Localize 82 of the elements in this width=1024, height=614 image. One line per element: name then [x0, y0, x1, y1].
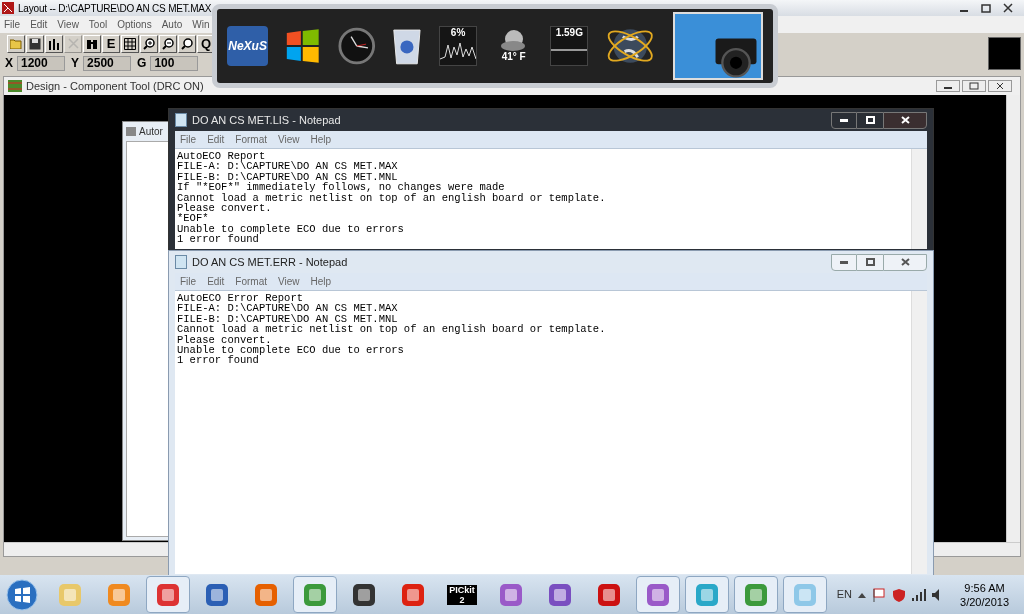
temperature-label: 41° F [501, 51, 526, 63]
zoom-in-icon [143, 37, 155, 50]
windows-flag-icon[interactable] [284, 26, 322, 66]
menu-item[interactable]: File [180, 274, 197, 289]
clock-icon[interactable] [337, 26, 376, 66]
menu-item[interactable]: Help [310, 132, 332, 147]
cross-icon [67, 38, 79, 49]
coordinate-field[interactable]: 1200 [17, 55, 65, 71]
toolbar-button[interactable] [7, 34, 25, 53]
minimize-button[interactable] [831, 111, 857, 129]
clock-time[interactable]: 9:56 AM [964, 580, 1005, 595]
minimize-button[interactable] [831, 253, 857, 271]
toolbar-button[interactable]: E [102, 34, 120, 53]
shield-icon[interactable] [892, 587, 907, 602]
signal-bars-icon[interactable] [912, 588, 927, 601]
menu-item[interactable]: Edit [207, 274, 225, 289]
maximize-icon [865, 116, 875, 124]
toolbar-button[interactable] [140, 34, 158, 53]
scrollbar[interactable] [911, 291, 927, 574]
menu-item[interactable]: Edit [30, 17, 48, 32]
memory-amount: 1.59G [555, 27, 583, 39]
menu-item[interactable]: Format [235, 274, 268, 289]
menu-item[interactable]: File [4, 17, 21, 32]
minimize-icon [840, 260, 848, 264]
menu-item[interactable]: Edit [207, 132, 225, 147]
memory-meter[interactable]: 1.59G [550, 26, 589, 66]
window-title: Design - Component Tool (DRC ON) [26, 78, 204, 94]
app-icon [2, 2, 14, 14]
coordinate-label: Y [71, 55, 80, 72]
window-title: Autor [139, 125, 163, 139]
window-title: DO AN CS MET.ERR - Notepad [192, 254, 348, 270]
maximize-icon [865, 258, 875, 266]
toolbar-button[interactable] [26, 34, 44, 53]
menu-item[interactable]: File [180, 132, 197, 147]
taskbar-button[interactable]: PICkit 2 [440, 576, 484, 613]
zoom-out-icon [162, 37, 174, 50]
coordinate-field[interactable]: 2500 [83, 55, 132, 71]
bars-icon [48, 37, 60, 50]
binoculars-icon [86, 38, 98, 49]
toolbar-button[interactable] [121, 34, 139, 53]
maximize-button[interactable] [857, 111, 883, 129]
coordinate-field[interactable]: 100 [150, 55, 199, 71]
close-button[interactable] [883, 111, 927, 129]
menu-item[interactable]: Tool [88, 17, 108, 32]
close-button[interactable] [883, 253, 927, 271]
toolbar-button[interactable] [45, 34, 63, 53]
start-orb-icon [6, 578, 38, 611]
maximize-button[interactable] [857, 253, 883, 271]
chevron-up-icon[interactable] [858, 591, 867, 598]
close-icon [900, 258, 910, 266]
window-title: DO AN CS MET.LIS - Notepad [192, 112, 341, 128]
minimize-icon [840, 118, 848, 122]
board-icon [8, 80, 22, 92]
toolbar-button[interactable] [159, 34, 177, 53]
menu-item[interactable]: Help [310, 274, 332, 289]
menu-item[interactable]: View [57, 17, 79, 32]
minimize-icon[interactable] [936, 80, 960, 92]
magnifier-icon [181, 37, 193, 50]
window-icon [126, 127, 136, 136]
language-indicator[interactable]: EN [836, 586, 853, 603]
photo-placeholder[interactable] [672, 12, 763, 80]
window-title: Layout -- D:\CAPTURE\DO AN CS MET.MAX [18, 1, 212, 16]
grid-icon [124, 37, 136, 50]
menu-item[interactable]: Win [192, 17, 210, 32]
toolbar-button[interactable] [83, 34, 101, 53]
toolbar-button[interactable] [178, 34, 196, 53]
clock-date[interactable]: 3/20/2013 [960, 594, 1009, 609]
cpu-meter[interactable]: 6% [439, 26, 478, 66]
close-icon [900, 116, 910, 124]
close-icon[interactable] [988, 80, 1012, 92]
menu-item[interactable]: View [278, 132, 300, 147]
coordinate-label: G [137, 55, 147, 72]
menu-item[interactable]: Options [117, 17, 152, 32]
cpu-percentage: 6% [450, 27, 466, 39]
menu-item[interactable]: View [278, 274, 300, 289]
menu-item[interactable]: Format [235, 132, 268, 147]
preview-box [988, 37, 1021, 70]
menu-item[interactable]: Auto [161, 17, 183, 32]
coordinate-label: X [5, 55, 13, 72]
flag-icon[interactable] [872, 587, 887, 602]
scrollbar[interactable] [911, 149, 927, 249]
dock-logo[interactable]: NeXuS [227, 26, 269, 66]
